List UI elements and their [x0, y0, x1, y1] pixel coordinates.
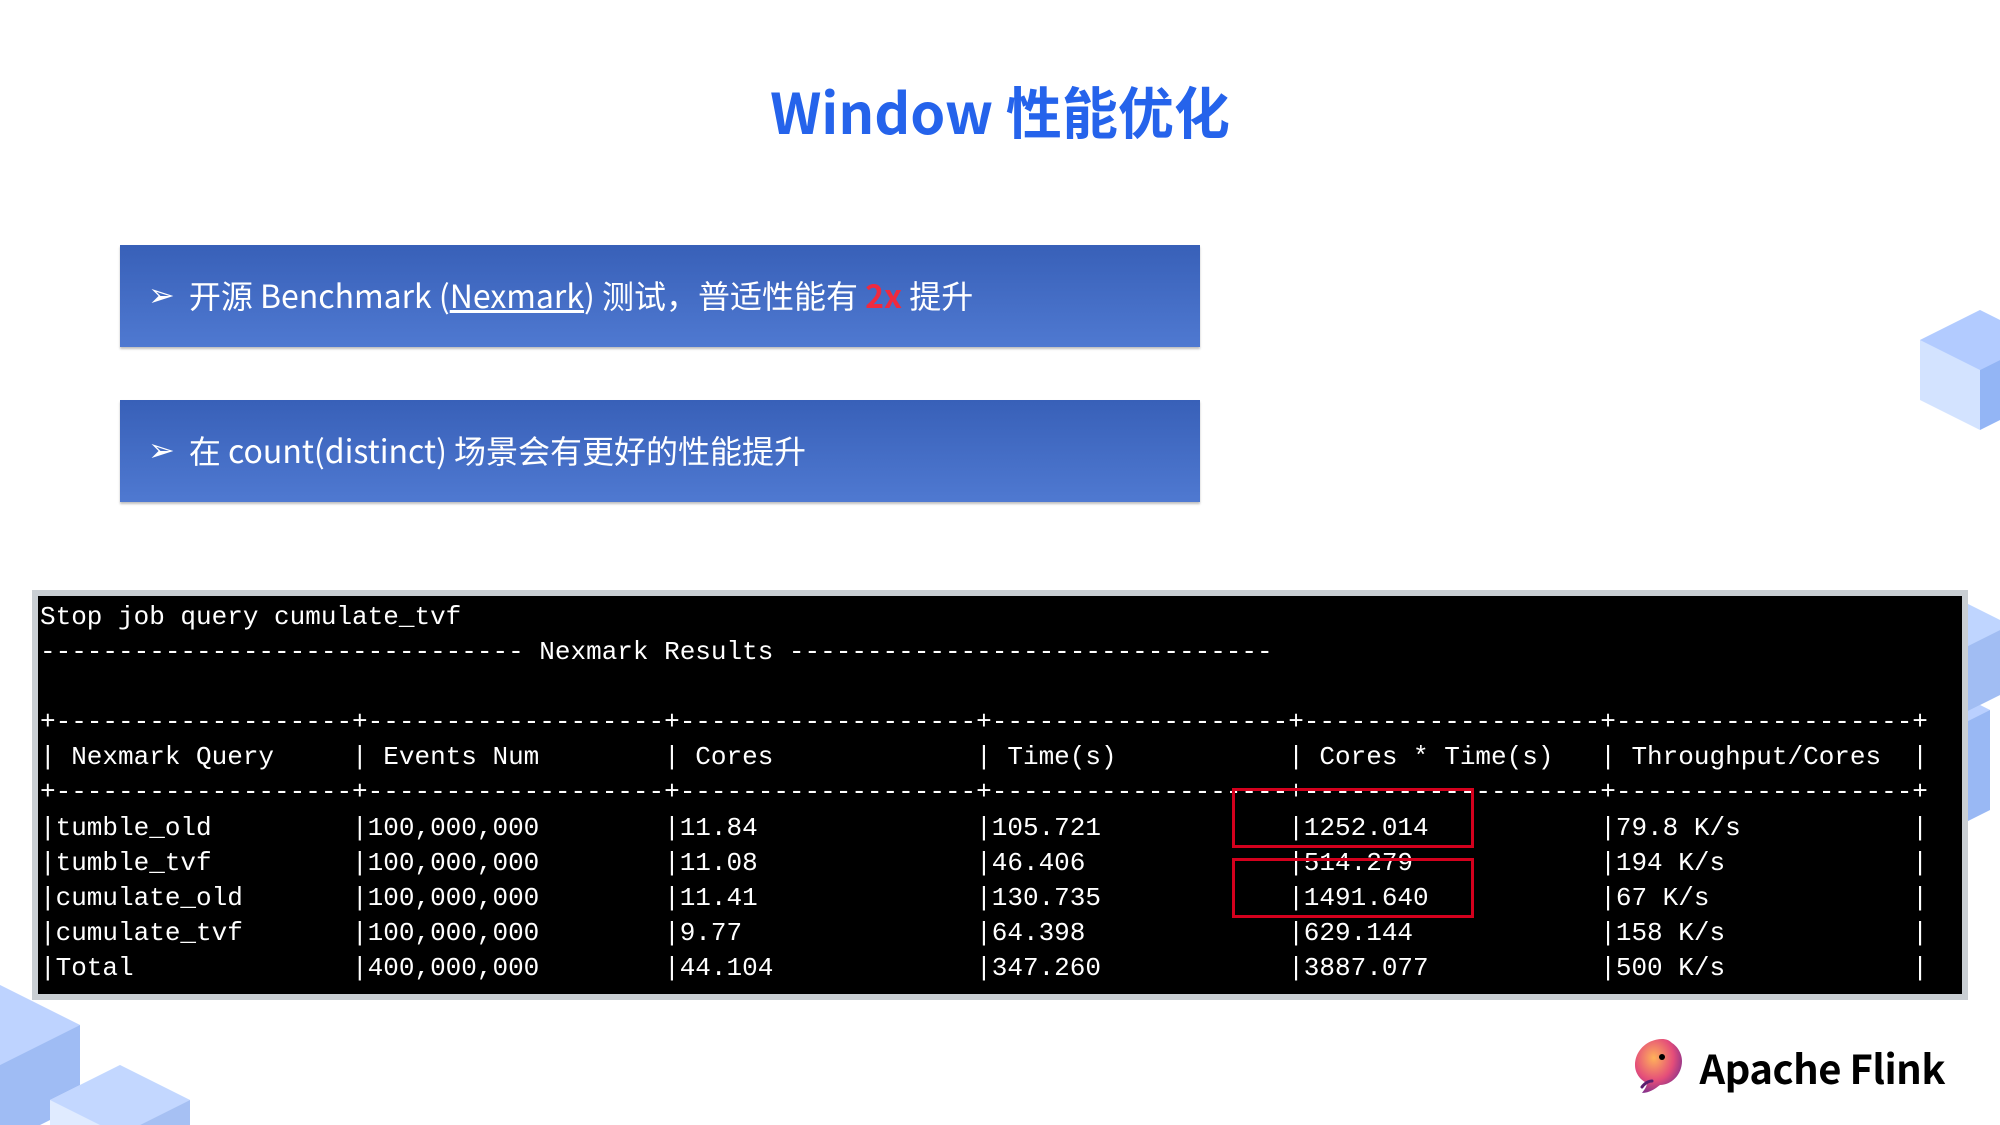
bullet-benchmark: ➢ 开源 Benchmark (Nexmark) 测试，普适性能有 2x 提升	[120, 245, 1200, 347]
terminal-text: Stop job query cumulate_tvf ------------…	[38, 596, 1962, 1000]
bullet-text: 开源 Benchmark (	[189, 272, 450, 318]
flink-logo-icon	[1622, 1035, 1686, 1099]
highlight-2x: 2x	[865, 272, 902, 318]
terminal-output: Stop job query cumulate_tvf ------------…	[32, 590, 1968, 1000]
bullet-text: 提升	[902, 272, 973, 318]
bullet-arrow-icon: ➢	[148, 428, 175, 470]
bullet-text: 在 count(distinct) 场景会有更好的性能提升	[189, 427, 806, 473]
brand-text: Apache Flink	[1700, 1038, 1945, 1096]
slide-title: Window 性能优化	[0, 70, 2000, 151]
footer-brand: Apache Flink	[1622, 1035, 1945, 1099]
link-nexmark[interactable]: Nexmark	[450, 272, 584, 318]
bullet-arrow-icon: ➢	[148, 273, 175, 315]
bullet-text: ) 测试，普适性能有	[584, 272, 865, 318]
bullet-count-distinct: ➢ 在 count(distinct) 场景会有更好的性能提升	[120, 400, 1200, 502]
